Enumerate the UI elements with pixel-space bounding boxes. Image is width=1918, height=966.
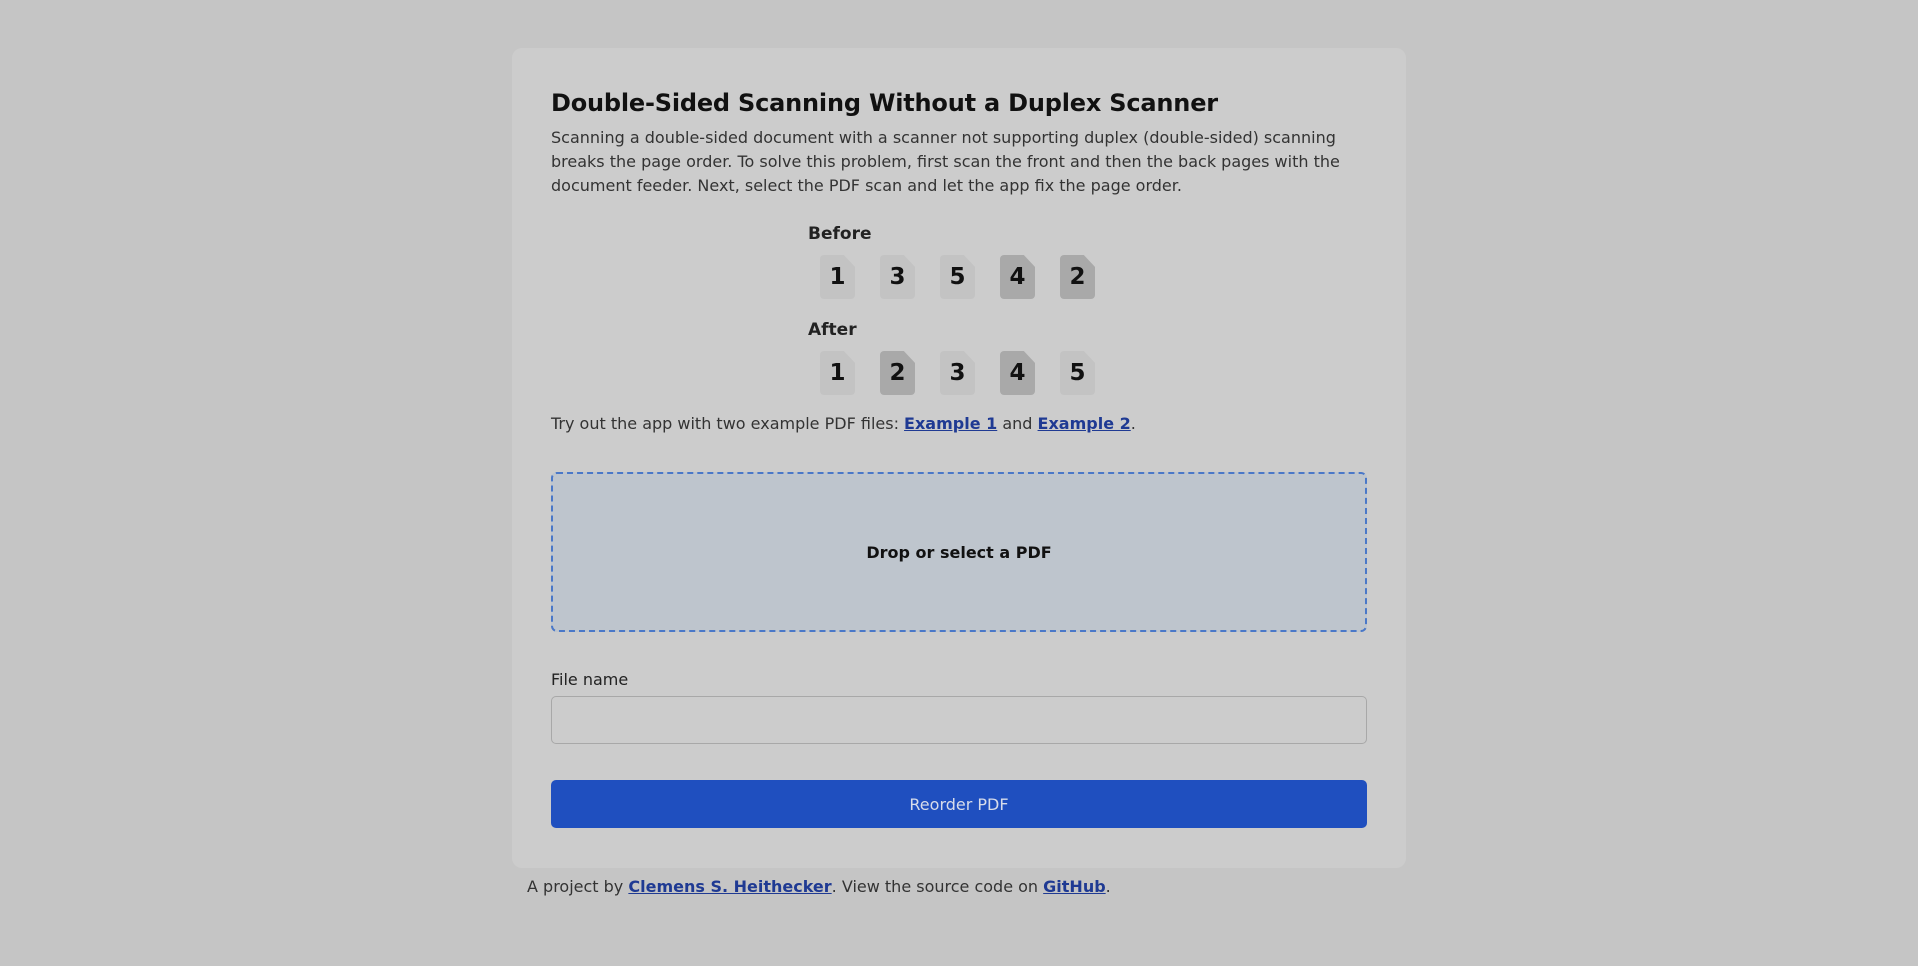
file-name-label: File name xyxy=(551,670,629,689)
page-icon: 4 xyxy=(1000,255,1035,299)
footer-middle: . View the source code on xyxy=(831,877,1044,896)
main-card: Double-Sided Scanning Without a Duplex S… xyxy=(512,48,1406,868)
page-icon: 5 xyxy=(1060,351,1095,395)
examples-middle: and xyxy=(997,414,1038,433)
before-pages: 1 3 5 4 2 xyxy=(808,255,1128,299)
page-icon: 5 xyxy=(940,255,975,299)
footer-prefix: A project by xyxy=(527,877,629,896)
footer: A project by Clemens S. Heithecker. View… xyxy=(527,877,1111,896)
after-pages: 1 2 3 4 5 xyxy=(808,351,1128,395)
file-name-input[interactable] xyxy=(551,696,1367,744)
before-label: Before xyxy=(808,224,872,244)
example-2-link[interactable]: Example 2 xyxy=(1038,414,1131,433)
example-1-link[interactable]: Example 1 xyxy=(904,414,997,433)
examples-suffix: . xyxy=(1130,414,1136,433)
page-icon: 1 xyxy=(820,255,855,299)
page-icon: 2 xyxy=(1060,255,1095,299)
page-icon: 4 xyxy=(1000,351,1035,395)
author-link[interactable]: Clemens S. Heithecker xyxy=(628,877,831,896)
before-section: Before 1 3 5 4 2 xyxy=(808,223,1128,299)
intro-text: Scanning a double-sided document with a … xyxy=(551,128,1340,195)
pdf-dropzone[interactable]: Drop or select a PDF xyxy=(551,472,1367,632)
page-icon: 3 xyxy=(940,351,975,395)
reorder-pdf-button[interactable]: Reorder PDF xyxy=(551,780,1367,828)
after-section: After 1 2 3 4 5 xyxy=(808,319,1128,395)
page-icon: 3 xyxy=(880,255,915,299)
github-link[interactable]: GitHub xyxy=(1043,877,1106,896)
footer-suffix: . xyxy=(1105,877,1111,896)
examples-prefix: Try out the app with two example PDF fil… xyxy=(551,414,905,433)
page-icon: 2 xyxy=(880,351,915,395)
dropzone-label: Drop or select a PDF xyxy=(866,542,1052,562)
page-title: Double-Sided Scanning Without a Duplex S… xyxy=(551,89,1218,117)
after-label: After xyxy=(808,320,857,340)
examples-text: Try out the app with two example PDF fil… xyxy=(551,414,1136,433)
page-icon: 1 xyxy=(820,351,855,395)
